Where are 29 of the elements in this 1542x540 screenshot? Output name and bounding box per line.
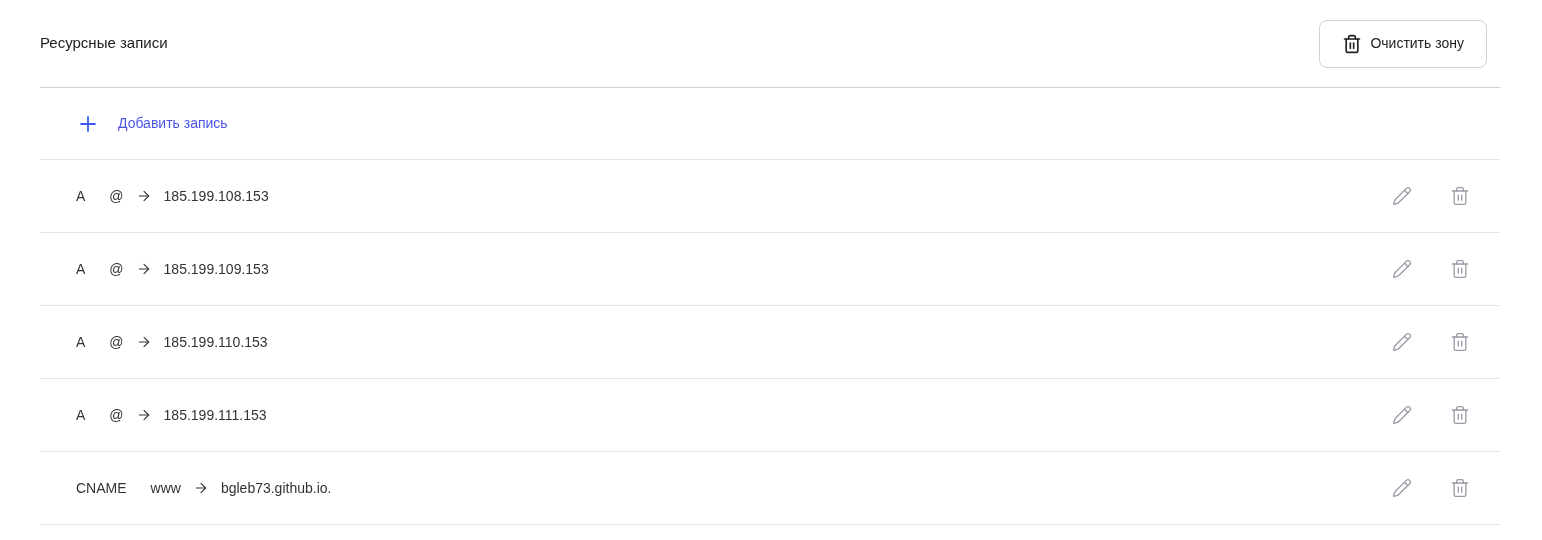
record-value: 185.199.110.153 xyxy=(163,332,268,352)
record-type: A xyxy=(76,186,86,206)
clear-zone-button[interactable]: Очистить зону xyxy=(1319,19,1487,68)
record-value: 185.199.109.153 xyxy=(163,259,269,279)
record-type: CNAME xyxy=(76,478,127,498)
add-record-button[interactable]: Добавить запись xyxy=(76,111,228,136)
record-type: A xyxy=(76,259,86,279)
pencil-icon xyxy=(1392,186,1412,206)
trash-icon xyxy=(1450,186,1470,206)
pencil-icon xyxy=(1392,332,1412,352)
trash-icon xyxy=(1342,33,1363,54)
trash-icon xyxy=(1450,405,1470,425)
trash-icon xyxy=(1450,478,1470,498)
record-value: 185.199.108.153 xyxy=(163,186,269,206)
record-name: www xyxy=(150,478,181,498)
trash-icon xyxy=(1450,259,1470,279)
pencil-icon xyxy=(1392,478,1412,498)
record-name: @ xyxy=(109,259,124,279)
record-name: @ xyxy=(109,186,124,206)
record-value: bgleb73.github.io. xyxy=(220,478,332,498)
record-value: 185.199.111.153 xyxy=(163,405,267,425)
record-name: @ xyxy=(109,405,124,425)
pencil-icon xyxy=(1392,259,1412,279)
record-name: @ xyxy=(109,332,124,352)
record-type: A xyxy=(76,332,86,352)
pencil-icon xyxy=(1392,405,1412,425)
trash-icon xyxy=(1450,332,1470,352)
section-title: Ресурсные записи xyxy=(40,33,168,54)
record-type: A xyxy=(76,405,86,425)
